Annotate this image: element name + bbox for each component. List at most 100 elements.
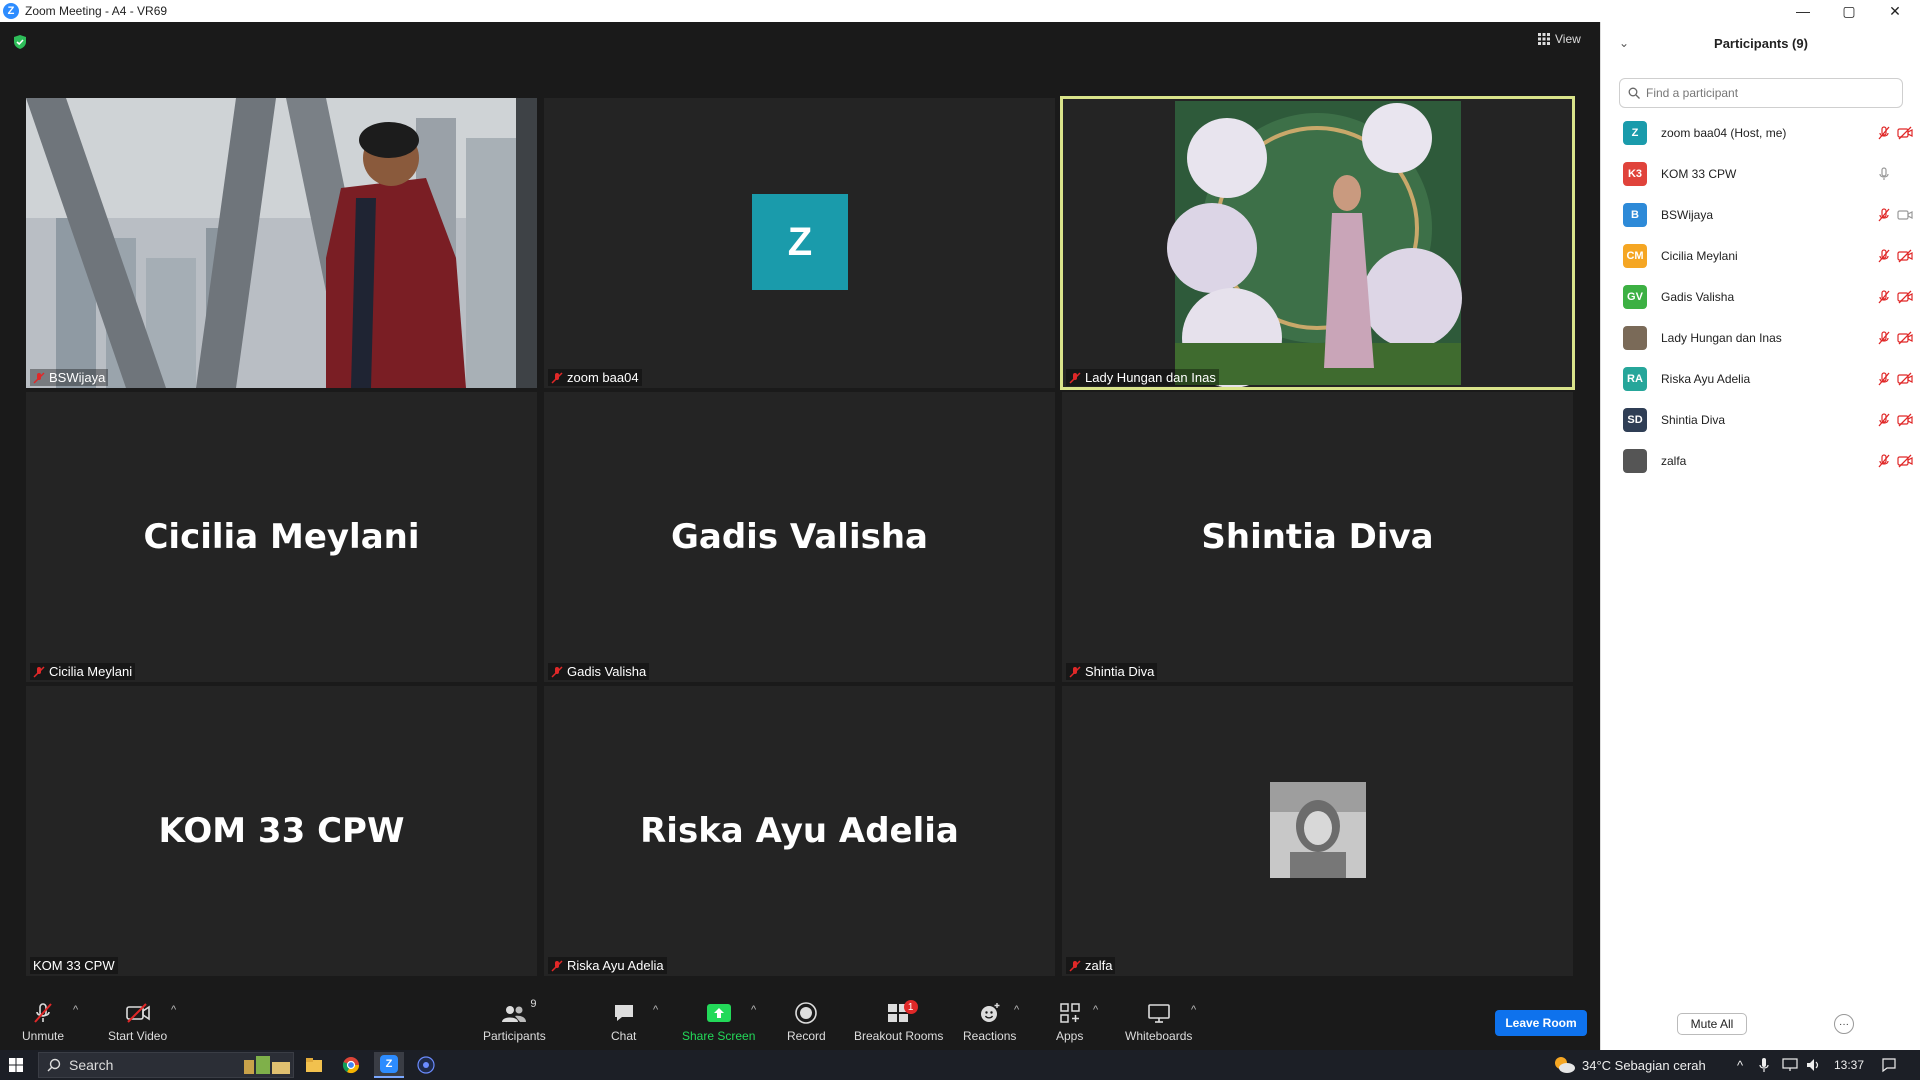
volume-icon[interactable] [1806,1058,1822,1072]
tile-name-label: Lady Hungan dan Inas [1066,369,1219,386]
restore-button[interactable]: ▢ [1826,0,1872,22]
tile-name-label: Gadis Valisha [548,663,650,680]
share-screen-icon [706,1004,731,1022]
whiteboards-button[interactable]: Whiteboards [1125,1000,1192,1043]
unmute-button[interactable]: Unmute [22,1000,64,1043]
video-off-icon[interactable] [1897,249,1913,263]
avatar [1623,449,1647,473]
participant-row[interactable]: K3 KOM 33 CPW [1623,159,1913,189]
muted-mic-icon[interactable] [1877,413,1891,427]
share-options-caret[interactable]: ^ [751,1004,756,1016]
video-tile[interactable]: Gadis Valisha Gadis Valisha [544,392,1055,682]
chrome-icon[interactable] [342,1056,360,1074]
tile-name-label: KOM 33 CPW [30,957,118,974]
video-tile[interactable]: Riska Ayu Adelia Riska Ayu Adelia [544,686,1055,976]
minimize-button[interactable]: — [1780,0,1826,22]
network-icon[interactable] [1782,1058,1798,1072]
leave-room-button[interactable]: Leave Room [1495,1010,1587,1036]
participant-name-display: Shintia Diva [1201,517,1434,557]
encryption-shield-icon[interactable] [12,34,28,50]
muted-mic-icon[interactable] [1877,372,1891,386]
video-tile[interactable]: BSWijaya [26,98,537,388]
video-tile[interactable]: KOM 33 CPW KOM 33 CPW [26,686,537,976]
app-icon[interactable] [417,1056,435,1074]
muted-mic-icon [551,371,563,384]
video-icon[interactable] [1897,208,1913,222]
muted-mic-icon[interactable] [1877,454,1891,468]
participant-status-icons [1877,372,1913,386]
participant-row[interactable]: B BSWijaya [1623,200,1913,230]
participant-row[interactable]: Lady Hungan dan Inas [1623,323,1913,353]
participant-name: Lady Hungan dan Inas [1661,331,1782,345]
participants-button[interactable]: 9 Participants [483,998,546,1043]
video-tile[interactable]: Shintia Diva Shintia Diva [1062,392,1573,682]
apps-button[interactable]: Apps [1056,1000,1083,1043]
video-tile[interactable]: Cicilia Meylani Cicilia Meylani [26,392,537,682]
file-explorer-icon[interactable] [305,1057,323,1073]
chat-button[interactable]: Chat [611,1000,636,1043]
participant-status-icons [1877,249,1913,263]
participant-name-display: Riska Ayu Adelia [640,811,959,851]
view-button[interactable]: View [1538,32,1581,46]
profile-photo [1270,782,1366,878]
participant-search-input[interactable]: Find a participant [1619,78,1903,108]
apps-options-caret[interactable]: ^ [1093,1004,1098,1016]
breakout-rooms-button[interactable]: 1 Breakout Rooms [854,1000,943,1043]
participant-row[interactable]: CM Cicilia Meylani [1623,241,1913,271]
mic-icon[interactable] [1877,167,1891,181]
reactions-options-caret[interactable]: ^ [1014,1004,1019,1016]
muted-mic-icon[interactable] [1877,331,1891,345]
chat-options-caret[interactable]: ^ [653,1004,658,1016]
microphone-tray-icon[interactable] [1759,1058,1769,1072]
window-title: Zoom Meeting - A4 - VR69 [25,4,168,18]
meeting-area: View BSWijaya Z zoom baa04 Lady Hungan d… [0,22,1600,1050]
muted-mic-icon [551,959,563,972]
video-off-icon[interactable] [1897,290,1913,304]
close-button[interactable]: ✕ [1872,0,1918,22]
record-icon [795,1002,818,1024]
video-off-icon[interactable] [1897,126,1913,140]
show-hidden-icons-caret[interactable]: ^ [1737,1050,1743,1080]
video-off-icon[interactable] [1897,372,1913,386]
share-screen-button[interactable]: Share Screen [682,1000,755,1043]
video-off-icon[interactable] [1897,331,1913,345]
audio-options-caret[interactable]: ^ [73,1004,78,1016]
avatar: SD [1623,408,1647,432]
video-options-caret[interactable]: ^ [171,1004,176,1016]
participant-row[interactable]: zalfa [1623,446,1913,476]
video-off-icon[interactable] [1897,454,1913,468]
weather-widget[interactable]: 34°C Sebagian cerah [1552,1050,1706,1080]
muted-mic-icon[interactable] [1877,290,1891,304]
video-tile-active-speaker[interactable]: Lady Hungan dan Inas [1060,96,1575,390]
mute-all-button[interactable]: Mute All [1677,1013,1747,1035]
participant-row[interactable]: Zzoom baa04 (Host, me) [1623,118,1913,148]
windows-start-icon[interactable] [9,1058,23,1072]
participant-name-display: Cicilia Meylani [143,517,420,557]
tile-name-label: Shintia Diva [1066,663,1158,680]
muted-mic-icon [33,371,45,384]
zoom-taskbar-button[interactable]: Z [374,1052,404,1078]
participants-count: 9 [530,998,537,1010]
whiteboard-icon [1147,1004,1170,1023]
whiteboards-options-caret[interactable]: ^ [1191,1004,1196,1016]
participant-name: Gadis Valisha [1661,290,1735,304]
record-button[interactable]: Record [787,1000,826,1043]
search-icon [1628,87,1640,99]
more-options-button[interactable]: ··· [1834,1014,1854,1034]
participant-row[interactable]: GV Gadis Valisha [1623,282,1913,312]
clock[interactable]: 13:37 [1834,1050,1864,1080]
participant-row[interactable]: RA Riska Ayu Adelia [1623,364,1913,394]
video-tile[interactable]: zalfa [1062,686,1573,976]
tile-name-label: zoom baa04 [548,369,642,386]
muted-mic-icon[interactable] [1877,126,1891,140]
partly-sunny-icon [1555,1057,1575,1073]
muted-mic-icon[interactable] [1877,249,1891,263]
muted-mic-icon[interactable] [1877,208,1891,222]
title-bar: Z Zoom Meeting - A4 - VR69 — ▢ ✕ [0,0,1920,22]
video-tile[interactable]: Z zoom baa04 [544,98,1055,388]
video-off-icon[interactable] [1897,413,1913,427]
start-video-button[interactable]: Start Video [108,1000,167,1043]
participant-row[interactable]: SD Shintia Diva [1623,405,1913,435]
reactions-button[interactable]: Reactions [963,1000,1016,1043]
notification-icon[interactable] [1881,1057,1897,1073]
